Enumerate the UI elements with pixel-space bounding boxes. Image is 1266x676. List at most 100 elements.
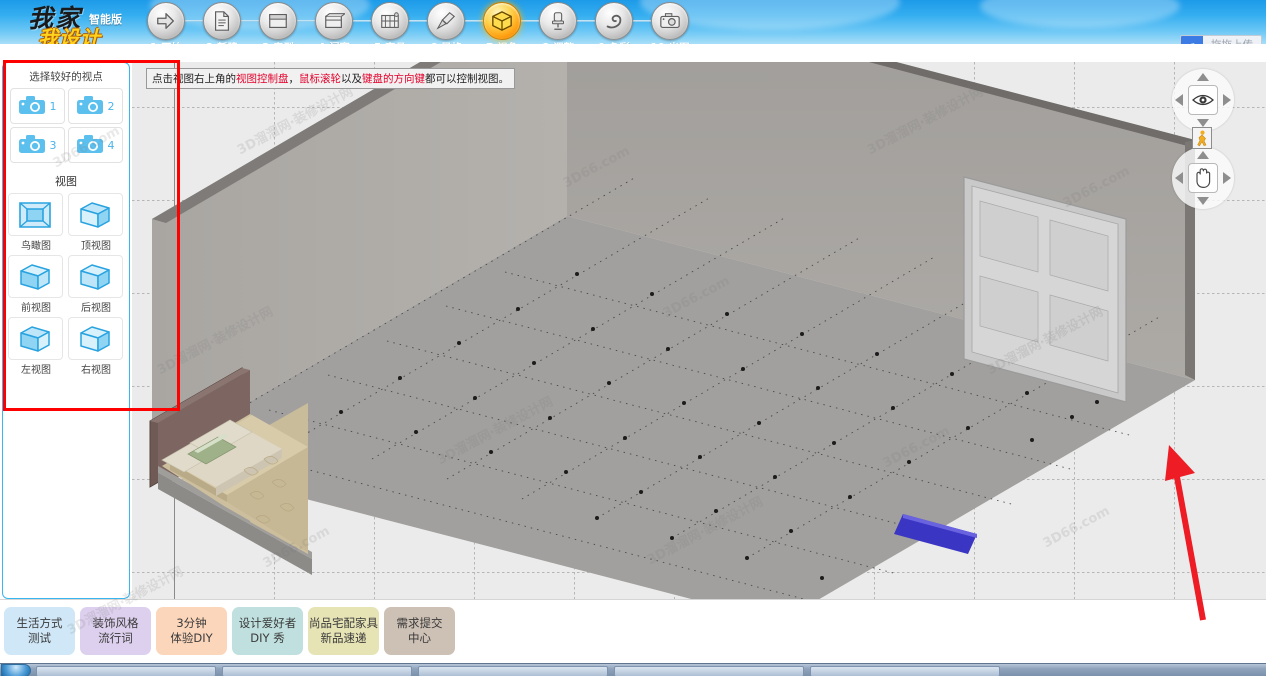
view-preset-鸟瞰图[interactable]: 鸟瞰图: [7, 193, 65, 252]
view-preset-后视图[interactable]: 后视图: [67, 255, 125, 314]
orbit-down-arrow-icon[interactable]: [1197, 119, 1209, 127]
promo-button-2[interactable]: 装饰风格 流行词: [80, 607, 151, 655]
orbit-up-arrow-icon[interactable]: [1197, 73, 1209, 81]
promo-button-6[interactable]: 需求提交 中心: [384, 607, 455, 655]
view-preset-label: 鸟瞰图: [21, 241, 51, 252]
pyramid-view-icon[interactable]: [7, 193, 63, 236]
step-4[interactable]: 4 门窗: [308, 2, 360, 44]
pan-left-arrow-icon[interactable]: [1175, 172, 1183, 184]
pan-view-control[interactable]: [1172, 147, 1234, 209]
hand-icon[interactable]: [1188, 163, 1218, 193]
taskbar-item[interactable]: [810, 666, 1000, 676]
orbit-left-arrow-icon[interactable]: [1175, 94, 1183, 106]
promo-line-2: 新品速递: [320, 631, 367, 645]
view-preset-左视图[interactable]: 左视图: [7, 317, 65, 376]
camera-viewpoint-3[interactable]: 3: [9, 127, 65, 163]
viewport-canvas[interactable]: 点击视图右上角的视图控制盘，鼠标滚轮以及键盘的方向键都可以控制视图。: [132, 62, 1266, 599]
step-label: 10 出图: [644, 40, 696, 44]
room-3d-scene[interactable]: [132, 62, 1266, 599]
view-preset-label: 右视图: [81, 365, 111, 376]
paint-brush-icon[interactable]: [427, 2, 465, 40]
document-icon[interactable]: [203, 2, 241, 40]
cloud-decor: [980, 0, 1180, 28]
bottom-toolbar: 生活方式 测试 装饰风格 流行词 3分钟 体验DIY 设计爱好者 DIY 秀尚品宅配家具 新品速…: [0, 599, 1266, 663]
taskbar-item[interactable]: [418, 666, 608, 676]
promo-line-2: 测试: [28, 631, 51, 645]
cube-right-icon[interactable]: [67, 317, 123, 360]
promo-line-2: DIY 秀: [250, 631, 285, 645]
start-button[interactable]: [1, 664, 31, 676]
orbit-view-control[interactable]: [1172, 69, 1234, 131]
cube-left-icon[interactable]: [7, 317, 63, 360]
promo-line-1: 尚品宅配家具: [309, 616, 378, 630]
step-5[interactable]: 5 家具: [364, 2, 416, 44]
camera-viewpoint-1[interactable]: 1: [9, 88, 65, 124]
cube-icon[interactable]: [483, 2, 521, 40]
upload-button-label: 拖拖上传: [1203, 37, 1261, 45]
view-preset-label: 前视图: [21, 303, 51, 314]
camera-icon: [76, 133, 106, 158]
step-2[interactable]: 2 新建: [196, 2, 248, 44]
views-section-title: 视图: [55, 175, 77, 188]
cloud-upload-icon: ☁: [1181, 36, 1203, 44]
pan-right-arrow-icon[interactable]: [1223, 172, 1231, 184]
view-preset-顶视图[interactable]: 顶视图: [67, 193, 125, 252]
promo-button-5[interactable]: 尚品宅配家具 新品速递: [308, 607, 379, 655]
step-connector-line: [632, 20, 652, 22]
tooltip-highlight-1: 视图控制盘: [236, 73, 289, 85]
room-plan-icon[interactable]: [259, 2, 297, 40]
taskbar-item[interactable]: [614, 666, 804, 676]
camera-icon: [76, 94, 106, 119]
promo-button-4[interactable]: 设计爱好者 DIY 秀: [232, 607, 303, 655]
view-preset-前视图[interactable]: 前视图: [7, 255, 65, 314]
promo-line-1: 3分钟: [176, 616, 207, 630]
camera-viewpoint-2[interactable]: 2: [67, 88, 123, 124]
promo-line-1: 设计爱好者: [238, 616, 297, 630]
cube-top-icon[interactable]: [67, 193, 123, 236]
logo-line-2: 我设计: [38, 26, 101, 44]
step-label: 4 门窗: [308, 40, 360, 44]
step-label: 6 风格: [420, 40, 472, 44]
step-1[interactable]: 1 开始: [140, 2, 192, 44]
step-label: 7 视角: [476, 40, 528, 44]
step-label: 5 家具: [364, 40, 416, 44]
furniture-icon[interactable]: [371, 2, 409, 40]
camera-icon[interactable]: [651, 2, 689, 40]
view-preset-grid: 鸟瞰图 顶视图 前视图 后视图 左视图 右视图: [3, 193, 129, 376]
cube-back-icon[interactable]: [67, 255, 123, 298]
arrow-right-icon[interactable]: [147, 2, 185, 40]
step-connector-line: [464, 20, 484, 22]
view-preset-右视图[interactable]: 右视图: [67, 317, 125, 376]
taskbar-item[interactable]: [222, 666, 412, 676]
cube-front-icon[interactable]: [7, 255, 63, 298]
eye-icon[interactable]: [1188, 85, 1218, 115]
promo-line-1: 生活方式: [16, 616, 63, 630]
step-3[interactable]: 3 房型: [252, 2, 304, 44]
promo-line-2: 体验DIY: [170, 631, 213, 645]
tooltip-part-4: 都可以控制视图。: [425, 73, 509, 85]
step-10[interactable]: 10 出图: [644, 2, 696, 44]
camera-icon: [18, 133, 48, 158]
orbit-right-arrow-icon[interactable]: [1223, 94, 1231, 106]
walk-person-icon[interactable]: [1192, 127, 1212, 149]
step-9[interactable]: 9 色彩: [588, 2, 640, 44]
camera-number: 2: [107, 99, 115, 113]
step-8[interactable]: 8 调整: [532, 2, 584, 44]
promo-button-1[interactable]: 生活方式 测试: [4, 607, 75, 655]
pan-up-arrow-icon[interactable]: [1197, 151, 1209, 159]
camera-viewpoint-4[interactable]: 4: [67, 127, 123, 163]
promo-button-3[interactable]: 3分钟 体验DIY: [156, 607, 227, 655]
step-6[interactable]: 6 风格: [420, 2, 472, 44]
viewpoint-section-title: 选择较好的视点: [29, 71, 103, 83]
step-label: 3 房型: [252, 40, 304, 44]
tooltip-part-1: 点击视图右上角的: [152, 73, 236, 85]
upload-button[interactable]: ☁ 拖拖上传: [1180, 35, 1262, 44]
step-7[interactable]: 7 视角: [476, 2, 528, 44]
color-swirl-icon[interactable]: [595, 2, 633, 40]
app-logo[interactable]: 我家 智能版 我设计: [6, 0, 136, 44]
tooltip-highlight-2: 鼠标滚轮: [299, 73, 341, 85]
window-icon[interactable]: [315, 2, 353, 40]
chair-icon[interactable]: [539, 2, 577, 40]
taskbar-item[interactable]: [36, 666, 216, 676]
pan-down-arrow-icon[interactable]: [1197, 197, 1209, 205]
